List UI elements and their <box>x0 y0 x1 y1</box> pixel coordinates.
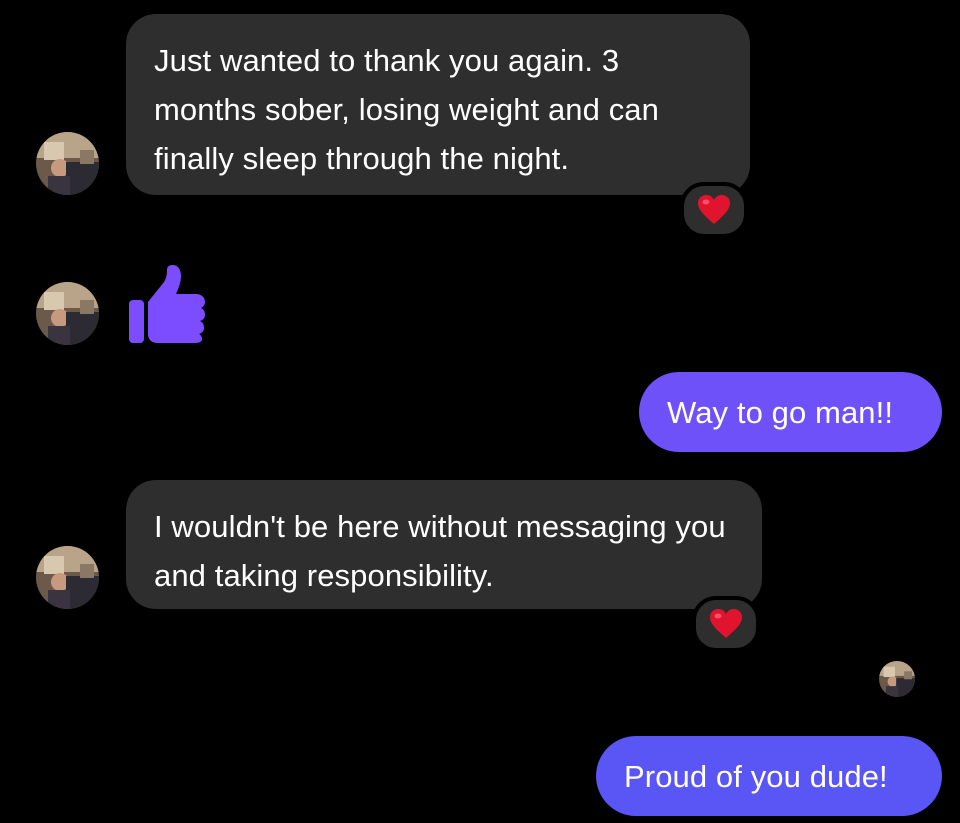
incoming-message-bubble[interactable]: Just wanted to thank you again. 3 months… <box>126 14 750 195</box>
incoming-message-bubble[interactable]: I wouldn't be here without messaging you… <box>126 480 762 609</box>
heart-icon <box>710 609 742 638</box>
thumbs-up-icon <box>129 265 205 343</box>
contact-avatar[interactable] <box>36 132 99 195</box>
outgoing-message-bubble[interactable]: Way to go man!! <box>639 372 942 452</box>
heart-reaction-badge[interactable] <box>680 182 748 238</box>
outgoing-message-bubble[interactable]: Proud of you dude! <box>596 736 942 816</box>
thumbs-up-sticker[interactable] <box>128 264 206 344</box>
message-text: I wouldn't be here without messaging you… <box>154 509 726 593</box>
read-receipt-avatar <box>879 661 915 697</box>
contact-avatar[interactable] <box>36 546 99 609</box>
message-text: Just wanted to thank you again. 3 months… <box>154 43 659 176</box>
contact-avatar[interactable] <box>36 282 99 345</box>
heart-reaction-badge[interactable] <box>692 596 760 652</box>
message-text: Proud of you dude! <box>624 758 888 794</box>
heart-icon <box>698 195 730 224</box>
message-text: Way to go man!! <box>667 394 894 430</box>
